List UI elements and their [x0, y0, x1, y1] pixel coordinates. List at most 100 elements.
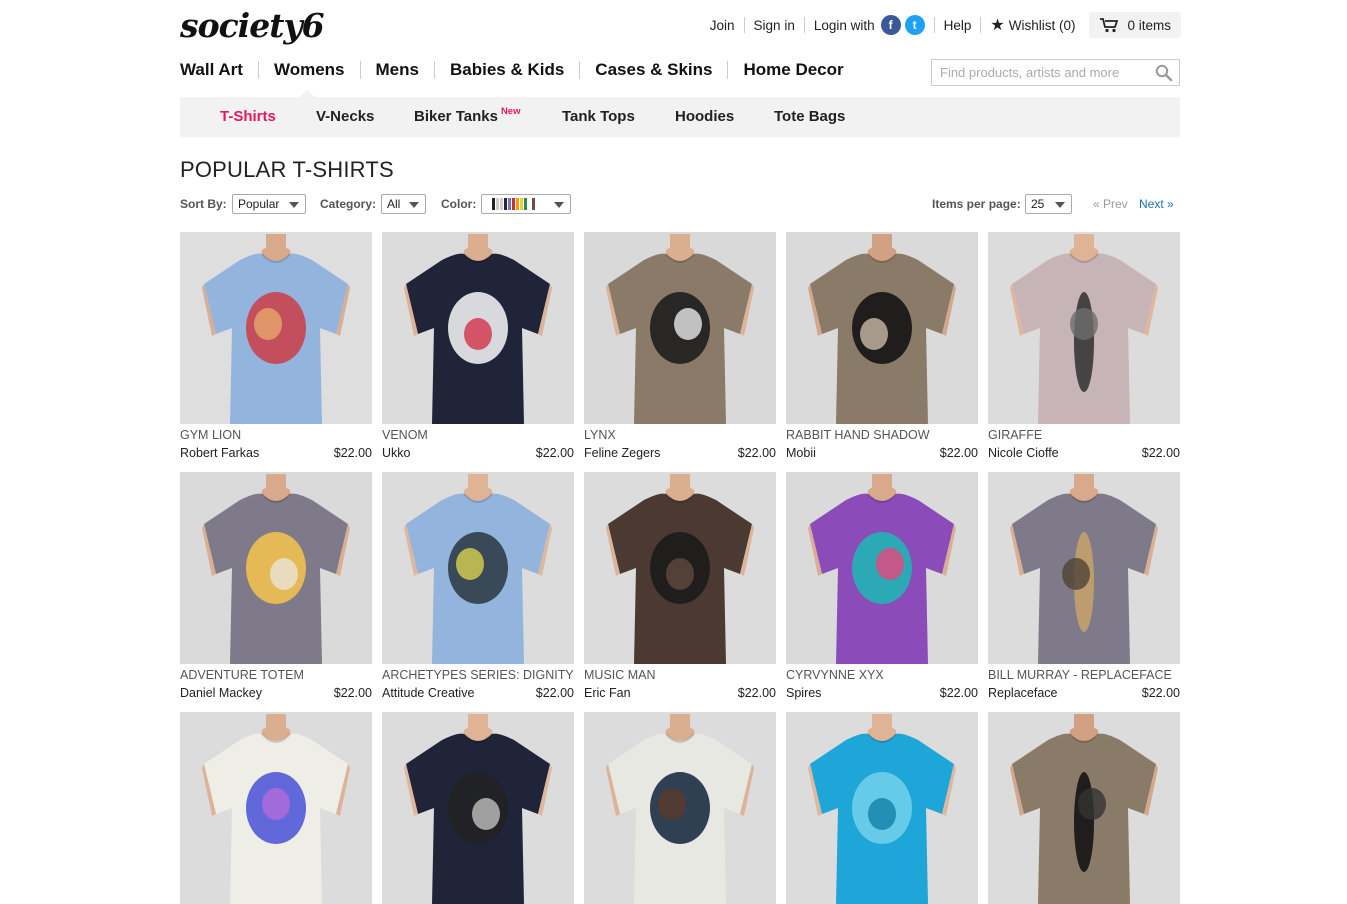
product-image[interactable] — [786, 712, 978, 904]
product-artist[interactable]: Attitude Creative — [382, 686, 474, 700]
product-price: $22.00 — [333, 446, 372, 460]
color-swatch — [528, 198, 531, 210]
society6-logo[interactable]: society6 — [180, 6, 325, 45]
product-card[interactable] — [180, 712, 372, 904]
product-card[interactable]: GYM LION Robert Farkas $22.00 — [180, 232, 372, 460]
product-image[interactable] — [180, 472, 372, 664]
top-links: Join Sign in Login with f t Help ★ Wishl… — [710, 12, 1181, 38]
product-title[interactable]: GYM LION — [180, 428, 372, 444]
product-title[interactable]: LYNX — [584, 428, 776, 444]
cart-count: 0 items — [1127, 17, 1171, 33]
color-label: Color: — [441, 197, 477, 211]
product-title[interactable]: RABBIT HAND SHADOW — [786, 428, 978, 444]
product-artist[interactable]: Daniel Mackey — [180, 686, 262, 700]
cart-button[interactable]: 0 items — [1089, 12, 1181, 38]
product-card[interactable]: MUSIC MAN Eric Fan $22.00 — [584, 472, 776, 700]
product-artist[interactable]: Eric Fan — [584, 686, 631, 700]
divider — [579, 61, 581, 79]
product-title[interactable]: MUSIC MAN — [584, 668, 776, 684]
product-image[interactable] — [382, 232, 574, 424]
product-artist[interactable]: Spires — [786, 686, 821, 700]
product-card[interactable]: GIRAFFE Nicole Cioffe $22.00 — [988, 232, 1180, 460]
facebook-icon[interactable]: f — [880, 15, 901, 35]
product-card[interactable] — [988, 712, 1180, 904]
join-link[interactable]: Join — [710, 18, 735, 33]
product-card[interactable]: BILL MURRAY - REPLACEFACE Replaceface $22.… — [988, 472, 1180, 700]
tab-tank-tops[interactable]: Tank Tops — [562, 108, 635, 125]
product-image[interactable] — [180, 232, 372, 424]
tab-hoodies[interactable]: Hoodies — [675, 108, 734, 125]
product-image[interactable] — [382, 472, 574, 664]
product-price: $22.00 — [535, 686, 574, 700]
product-price: $22.00 — [333, 686, 372, 700]
product-image[interactable] — [584, 712, 776, 904]
product-artist[interactable]: Replaceface — [988, 686, 1058, 700]
items-per-page-select[interactable]: 25 — [1025, 194, 1072, 214]
product-price: $22.00 — [1141, 686, 1180, 700]
product-title[interactable]: VENOM — [382, 428, 574, 444]
product-image[interactable] — [584, 232, 776, 424]
sort-by-value: Popular — [238, 197, 280, 211]
product-card[interactable] — [584, 712, 776, 904]
next-page-link[interactable]: Next » — [1139, 197, 1174, 211]
product-title[interactable]: BILL MURRAY - REPLACEFACE — [988, 668, 1180, 684]
nav-womens[interactable]: Womens — [274, 60, 345, 80]
divider — [727, 61, 729, 79]
color-swatch — [492, 198, 495, 210]
search-icon[interactable] — [1155, 64, 1173, 82]
product-title[interactable]: CYRVYNNE XYX — [786, 668, 978, 684]
product-card[interactable]: RABBIT HAND SHADOW Mobii $22.00 — [786, 232, 978, 460]
product-artist[interactable]: Nicole Cioffe — [988, 446, 1059, 460]
product-card[interactable]: ARCHETYPES SERIES: DIGNITY Attitude Creat… — [382, 472, 574, 700]
product-meta: Attitude Creative $22.00 — [382, 686, 574, 700]
product-image[interactable] — [988, 232, 1180, 424]
twitter-icon[interactable]: t — [904, 15, 925, 35]
product-artist[interactable]: Robert Farkas — [180, 446, 259, 460]
divider — [980, 17, 982, 33]
product-image[interactable] — [584, 472, 776, 664]
prev-page-link[interactable]: « Prev — [1093, 197, 1128, 211]
product-card[interactable]: LYNX Feline Zegers $22.00 — [584, 232, 776, 460]
product-card[interactable]: CYRVYNNE XYX Spires $22.00 — [786, 472, 978, 700]
product-artist[interactable]: Feline Zegers — [584, 446, 660, 460]
product-image[interactable] — [988, 472, 1180, 664]
main-nav: Wall Art Womens Mens Babies & Kids Cases… — [180, 60, 844, 80]
product-meta: Daniel Mackey $22.00 — [180, 686, 372, 700]
category-select[interactable]: All — [381, 194, 426, 214]
product-image[interactable] — [382, 712, 574, 904]
tab-tote-bags[interactable]: Tote Bags — [774, 108, 845, 125]
sub-nav: T-Shirts V-Necks Biker Tanks New Tank Top… — [180, 97, 1180, 137]
product-price: $22.00 — [737, 446, 776, 460]
sign-in-link[interactable]: Sign in — [754, 18, 795, 33]
product-artist[interactable]: Mobii — [786, 446, 816, 460]
star-icon: ★ — [990, 17, 1005, 34]
product-artist[interactable]: Ukko — [382, 446, 410, 460]
product-image[interactable] — [180, 712, 372, 904]
product-card[interactable] — [382, 712, 574, 904]
items-per-page-value: 25 — [1031, 197, 1045, 211]
nav-wall-art[interactable]: Wall Art — [180, 60, 243, 80]
product-card[interactable]: ADVENTURE TOTEM Daniel Mackey $22.00 — [180, 472, 372, 700]
search-input[interactable] — [932, 60, 1148, 85]
tab-t-shirts[interactable]: T-Shirts — [220, 108, 276, 125]
product-card[interactable] — [786, 712, 978, 904]
tab-v-necks[interactable]: V-Necks — [316, 108, 374, 125]
color-swatch — [488, 198, 491, 210]
nav-home-decor[interactable]: Home Decor — [743, 60, 843, 80]
color-select[interactable] — [481, 194, 571, 214]
product-image[interactable] — [786, 232, 978, 424]
tab-biker-tanks[interactable]: Biker Tanks New — [414, 106, 520, 125]
product-title[interactable]: ADVENTURE TOTEM — [180, 668, 372, 684]
wishlist-link[interactable]: Wishlist (0) — [1009, 18, 1076, 33]
product-image[interactable] — [786, 472, 978, 664]
product-image[interactable] — [988, 712, 1180, 904]
product-card[interactable]: VENOM Ukko $22.00 — [382, 232, 574, 460]
nav-cases-skins[interactable]: Cases & Skins — [595, 60, 712, 80]
product-title[interactable]: GIRAFFE — [988, 428, 1180, 444]
help-link[interactable]: Help — [944, 18, 972, 33]
sort-by-label: Sort By: — [180, 197, 227, 211]
product-title[interactable]: ARCHETYPES SERIES: DIGNITY — [382, 668, 574, 684]
nav-babies-kids[interactable]: Babies & Kids — [450, 60, 564, 80]
nav-mens[interactable]: Mens — [376, 60, 419, 80]
sort-by-select[interactable]: Popular — [232, 194, 306, 214]
